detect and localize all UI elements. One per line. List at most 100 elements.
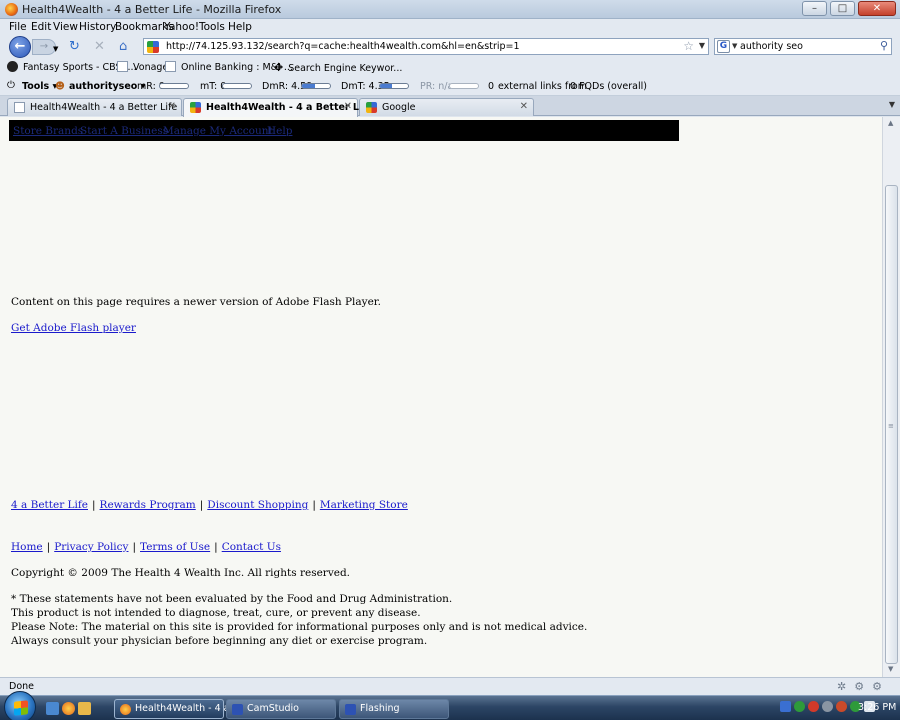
url-dropdown-icon[interactable]: ▼ bbox=[699, 41, 705, 50]
menu-tools[interactable]: Tools bbox=[199, 21, 225, 33]
folder-icon[interactable] bbox=[78, 702, 91, 715]
url-text: http://74.125.93.132/search?q=cache:heal… bbox=[166, 41, 520, 52]
link-home[interactable]: Home bbox=[11, 541, 43, 553]
separator: | bbox=[312, 499, 316, 511]
taskbar-clock[interactable]: 3:26 PM bbox=[858, 702, 896, 713]
menu-file[interactable]: File bbox=[9, 21, 27, 33]
dmr-meter-fill bbox=[302, 84, 315, 88]
back-button[interactable]: ← bbox=[9, 36, 31, 58]
tab-list-icon[interactable]: ▼ bbox=[889, 100, 895, 109]
disclaimer: * These statements have not been evaluat… bbox=[11, 592, 587, 648]
status-icons: ✲⚙⚙ bbox=[837, 680, 890, 693]
bookmarks-toolbar: Fantasy Sports - CBSS... Vonage Online B… bbox=[0, 58, 900, 77]
menu-help[interactable]: Help bbox=[228, 21, 252, 33]
fqds-label: 0 FQDs (overall) bbox=[570, 81, 647, 92]
scroll-down-icon[interactable]: ▼ bbox=[888, 665, 893, 673]
compass-icon: ✥ bbox=[274, 61, 284, 74]
separator: | bbox=[214, 541, 218, 553]
tab-close-icon[interactable]: ✕ bbox=[168, 101, 176, 112]
tray-record-icon[interactable] bbox=[836, 701, 847, 712]
search-bar[interactable]: G ▼ authority seo ⚲ bbox=[714, 38, 892, 55]
seo-toolbar: ⏻ Tools ▾ ☻ authorityseo ▾ mR: 0 mT: 0 D… bbox=[0, 77, 900, 96]
profile-icon: ☻ bbox=[55, 81, 65, 92]
tab-health4wealth-2[interactable]: Health4Wealth - 4 a Better Life ✕ bbox=[183, 98, 373, 117]
disclaimer-line: Always consult your physician before beg… bbox=[11, 635, 428, 647]
flash-notice: Content on this page requires a newer ve… bbox=[11, 296, 381, 308]
scroll-up-icon[interactable]: ▲ bbox=[888, 119, 893, 127]
stop-icon[interactable]: ✕ bbox=[94, 38, 105, 55]
camstudio-icon bbox=[232, 704, 243, 715]
taskbar-camstudio[interactable]: CamStudio bbox=[226, 699, 336, 719]
link-discount-shopping[interactable]: Discount Shopping bbox=[207, 499, 308, 511]
link-terms-of-use[interactable]: Terms of Use bbox=[140, 541, 210, 553]
search-icon[interactable]: ⚲ bbox=[880, 39, 888, 52]
start-button[interactable] bbox=[4, 691, 36, 720]
tray-app-icon[interactable] bbox=[822, 701, 833, 712]
pr-meter bbox=[449, 83, 479, 89]
menu-view[interactable]: View bbox=[53, 21, 78, 33]
search-engine-icon[interactable]: G bbox=[717, 40, 730, 53]
tray-alert-icon[interactable] bbox=[808, 701, 819, 712]
settings-icon[interactable]: ⚙ bbox=[854, 680, 872, 693]
link-4-a-better-life[interactable]: 4 a Better Life bbox=[11, 499, 88, 511]
menu-history[interactable]: History bbox=[79, 21, 116, 33]
link-rewards-program[interactable]: Rewards Program bbox=[100, 499, 196, 511]
nav-store-brands[interactable]: Store Brands bbox=[13, 125, 83, 137]
separator: | bbox=[92, 499, 96, 511]
close-button[interactable]: ✕ bbox=[858, 1, 896, 16]
taskbar-flashing[interactable]: Flashing bbox=[339, 699, 449, 719]
link-privacy-policy[interactable]: Privacy Policy bbox=[54, 541, 128, 553]
windows-logo-icon bbox=[14, 700, 28, 716]
url-bar[interactable]: http://74.125.93.132/search?q=cache:heal… bbox=[143, 38, 709, 55]
nav-help[interactable]: Help bbox=[267, 125, 292, 137]
footer-links-secondary: Home | Privacy Policy | Terms of Use | Contact… bbox=[11, 541, 281, 553]
tab-google[interactable]: Google ✕ bbox=[359, 98, 534, 116]
tab-close-icon[interactable]: ✕ bbox=[520, 101, 528, 112]
search-engine-dropdown-icon[interactable]: ▼ bbox=[732, 42, 737, 50]
copyright: Copyright © 2009 The Health 4 Wealth Inc… bbox=[11, 567, 351, 579]
tab-label: Google bbox=[382, 102, 416, 113]
link-marketing-store[interactable]: Marketing Store bbox=[320, 499, 408, 511]
windows-taskbar: Health4Wealth - 4 a ... CamStudio Flashi… bbox=[0, 691, 900, 720]
scrollbar-grip-icon: ≡ bbox=[888, 422, 894, 430]
cbs-eye-icon bbox=[7, 61, 18, 72]
search-input[interactable]: authority seo bbox=[740, 41, 803, 52]
history-dropdown-icon[interactable]: ▼ bbox=[53, 41, 58, 58]
firefox-quicklaunch-icon[interactable] bbox=[62, 702, 75, 715]
maximize-button[interactable]: □ bbox=[830, 1, 855, 16]
vertical-scrollbar[interactable]: ▲ ≡ ▼ bbox=[882, 117, 900, 677]
footer-links-primary: 4 a Better Life | Rewards Program | Discount… bbox=[11, 499, 408, 511]
site-top-nav: Store Brands Start A Business Manage My … bbox=[9, 120, 679, 141]
power-icon[interactable]: ⏻ bbox=[7, 80, 15, 91]
taskbar-firefox[interactable]: Health4Wealth - 4 a ... bbox=[114, 699, 242, 719]
bookmark-search-engine-keyword[interactable]: ✥ Search Engine Keywor... bbox=[274, 61, 402, 74]
home-icon[interactable]: ⌂ bbox=[119, 38, 127, 55]
tab-bar: Health4Wealth - 4 a Better Life ✕ Health… bbox=[0, 96, 900, 117]
menu-yahoo[interactable]: Yahoo! bbox=[164, 21, 199, 33]
bookmark-label: Search Engine Keywor... bbox=[288, 63, 403, 74]
tray-security-icon[interactable] bbox=[794, 701, 805, 712]
tab-close-icon[interactable]: ✕ bbox=[344, 101, 352, 112]
addon-icon[interactable]: ✲ bbox=[837, 680, 854, 693]
bookmark-star-icon[interactable]: ☆ bbox=[683, 39, 694, 53]
reload-icon[interactable]: ↻ bbox=[69, 38, 80, 55]
profile-label: authorityseo bbox=[69, 81, 138, 92]
separator: | bbox=[199, 499, 204, 511]
bookmark-vonage[interactable]: Vonage bbox=[117, 61, 168, 73]
profile-menu[interactable]: authorityseo ▾ bbox=[69, 81, 145, 92]
nav-start-a-business[interactable]: Start A Business bbox=[80, 125, 168, 137]
window-controls: – □ ✕ bbox=[802, 1, 896, 16]
get-flash-link[interactable]: Get Adobe Flash player bbox=[11, 322, 136, 334]
minimize-button[interactable]: – bbox=[802, 1, 827, 16]
menu-edit[interactable]: Edit bbox=[31, 21, 51, 33]
link-contact-us[interactable]: Contact Us bbox=[222, 541, 281, 553]
page-icon bbox=[165, 61, 176, 72]
gear-icon[interactable]: ⚙ bbox=[872, 680, 890, 693]
show-desktop-icon[interactable] bbox=[46, 702, 59, 715]
tab-health4wealth-1[interactable]: Health4Wealth - 4 a Better Life ✕ bbox=[7, 98, 182, 116]
nav-manage-my-account[interactable]: Manage My Account bbox=[163, 125, 273, 137]
tray-network-icon[interactable] bbox=[780, 701, 791, 712]
page-icon bbox=[14, 102, 25, 113]
seo-tools-menu[interactable]: Tools ▾ bbox=[22, 81, 57, 92]
external-links-count: 0 bbox=[488, 81, 495, 92]
